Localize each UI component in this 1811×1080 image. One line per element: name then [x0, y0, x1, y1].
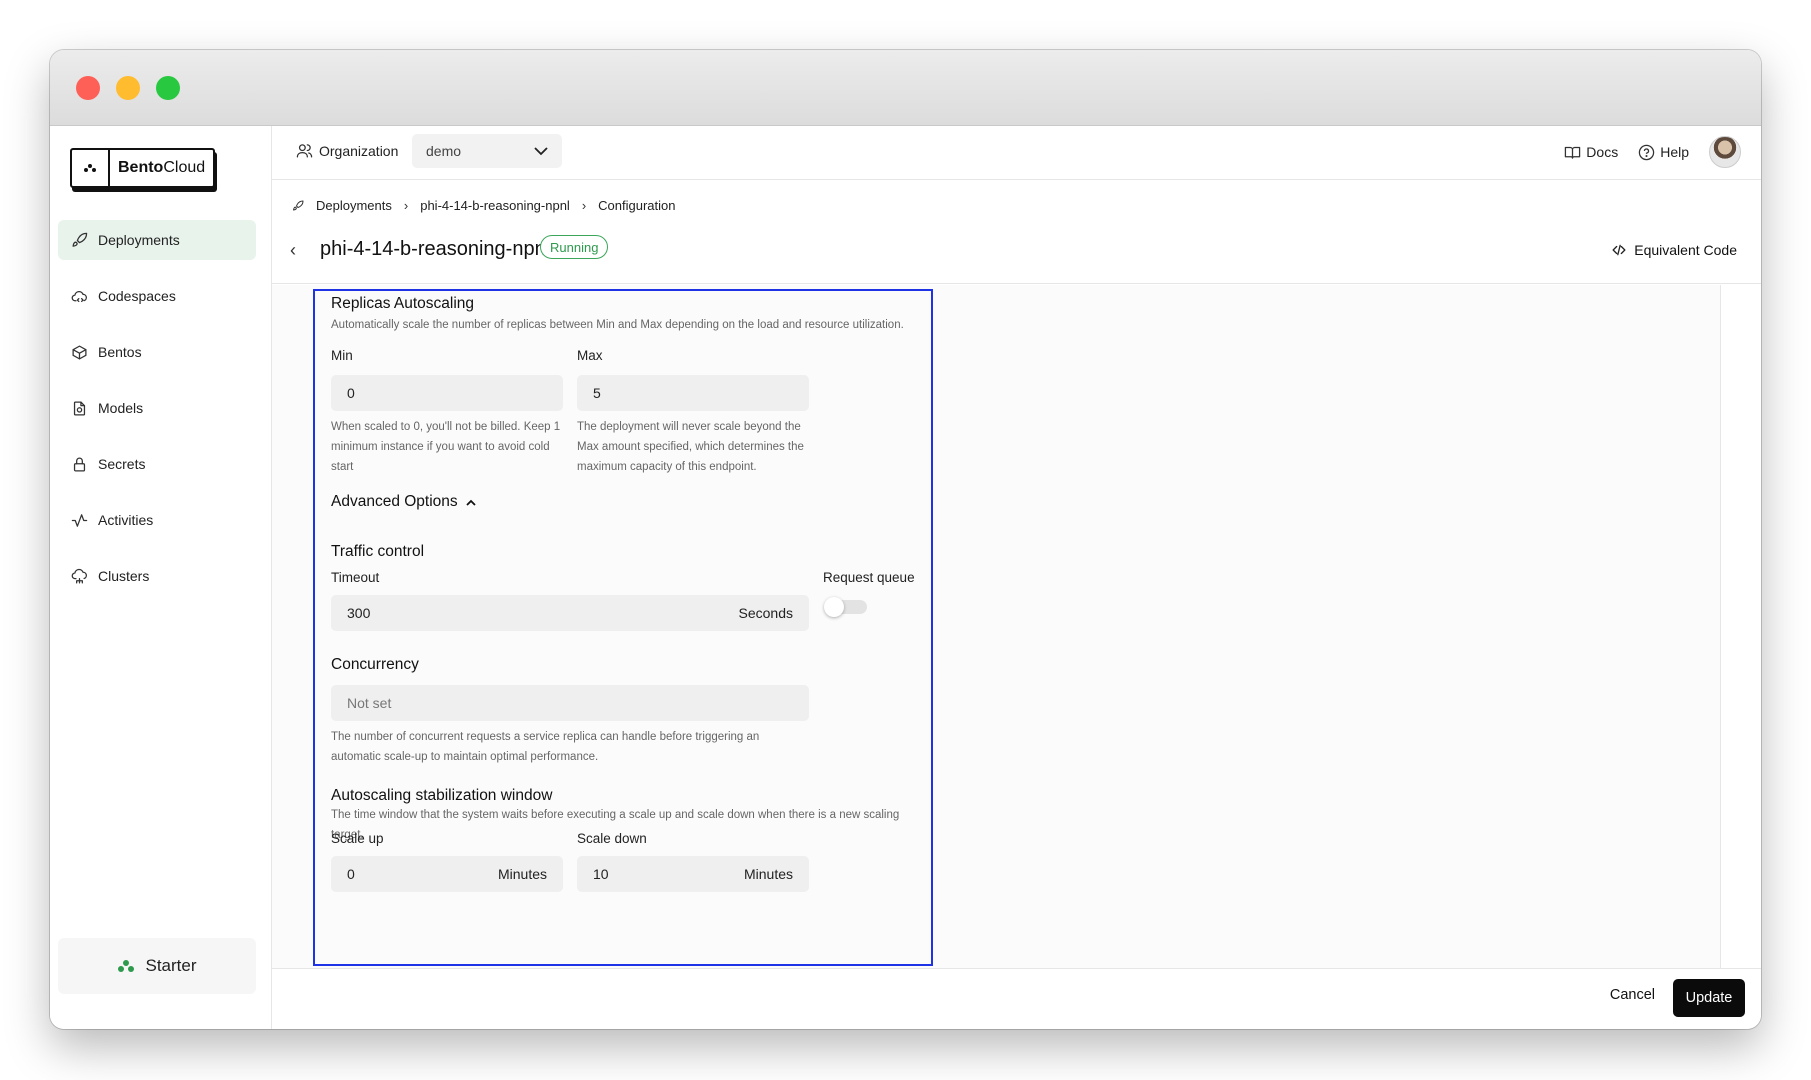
- toggle-knob: [824, 597, 844, 617]
- chevron-down-icon: [534, 146, 548, 155]
- timeout-unit: Seconds: [738, 605, 793, 621]
- sidebar-item-label: Bentos: [98, 344, 142, 360]
- chevron-right-icon: ›: [403, 198, 409, 213]
- equivalent-code-button[interactable]: Equivalent Code: [1612, 242, 1737, 258]
- box-icon: [72, 344, 87, 360]
- cloud-code-icon: [71, 290, 87, 302]
- concurrency-title: Concurrency: [331, 656, 419, 673]
- activity-icon: [71, 513, 88, 527]
- sidebar-item-models[interactable]: Models: [58, 388, 256, 428]
- scale-down-unit: Minutes: [743, 866, 793, 882]
- chevron-right-icon: ›: [581, 198, 587, 213]
- starter-plan-icon: [118, 960, 135, 972]
- autoscaling-title: Replicas Autoscaling: [331, 295, 475, 312]
- plan-badge[interactable]: Starter: [58, 938, 256, 994]
- status-badge: Running: [540, 235, 609, 259]
- lock-icon: [73, 457, 86, 472]
- breadcrumb-deployment[interactable]: phi-4-14-b-reasoning-npnl: [420, 198, 570, 213]
- request-queue-toggle[interactable]: [824, 597, 867, 617]
- scale-down-input[interactable]: 10 Minutes: [577, 856, 809, 892]
- cluster-cloud-icon: [71, 568, 87, 584]
- sidebar: BentoCloud Deployments Codespaces Bentos…: [50, 126, 272, 1029]
- advanced-options-toggle[interactable]: Advanced Options: [331, 493, 476, 511]
- organization-label: Organization: [296, 142, 398, 159]
- traffic-control-title: Traffic control: [331, 543, 425, 560]
- min-label: Min: [331, 348, 353, 363]
- help-circle-icon: [1638, 144, 1655, 160]
- rocket-icon: [72, 232, 88, 247]
- sidebar-item-label: Activities: [98, 512, 154, 528]
- close-window-button[interactable]: [76, 76, 100, 100]
- page-header: ‹ phi-4-14-b-reasoning-npnl Running Equi…: [272, 226, 1761, 284]
- sidebar-item-label: Codespaces: [98, 288, 176, 304]
- stabilization-title: Autoscaling stabilization window: [331, 787, 553, 804]
- top-links: Docs Help: [1564, 136, 1741, 168]
- plan-label: Starter: [145, 956, 197, 975]
- sidebar-item-label: Clusters: [98, 568, 150, 584]
- request-queue-label: Request queue: [823, 570, 915, 585]
- organization-select[interactable]: demo: [412, 134, 562, 168]
- users-icon: [296, 144, 313, 158]
- bentocloud-logo[interactable]: BentoCloud: [70, 148, 215, 188]
- sidebar-item-clusters[interactable]: Clusters: [58, 556, 256, 596]
- sidebar-item-label: Models: [98, 400, 144, 416]
- logo-mark-icon: [72, 150, 110, 186]
- sidebar-nav: Deployments Codespaces Bentos Models Sec…: [58, 220, 256, 612]
- concurrency-help-text: The number of concurrent requests a serv…: [331, 731, 760, 763]
- back-chevron-icon[interactable]: ‹: [290, 240, 296, 261]
- scale-down-label: Scale down: [577, 831, 647, 846]
- help-link[interactable]: Help: [1638, 144, 1689, 161]
- code-icon: [1612, 244, 1626, 256]
- page-title: phi-4-14-b-reasoning-npnl: [320, 238, 551, 260]
- min-help-text: When scaled to 0, you'll not be billed. …: [331, 421, 561, 473]
- autoscaling-description: Automatically scale the number of replic…: [331, 319, 904, 331]
- scale-up-unit: Minutes: [497, 866, 547, 882]
- max-replicas-input[interactable]: 5: [577, 375, 809, 411]
- organization-value: demo: [426, 143, 462, 159]
- breadcrumb-configuration: Configuration: [598, 198, 676, 213]
- sidebar-item-codespaces[interactable]: Codespaces: [58, 276, 256, 316]
- logo-text: BentoCloud: [118, 159, 206, 176]
- docs-link[interactable]: Docs: [1564, 144, 1618, 161]
- form-footer: Cancel Update: [272, 968, 1761, 1029]
- maximize-window-button[interactable]: [156, 76, 180, 100]
- sidebar-item-deployments[interactable]: Deployments: [58, 220, 256, 260]
- breadcrumb-deployments[interactable]: Deployments: [316, 198, 392, 213]
- model-file-icon: [73, 400, 86, 416]
- book-icon: [1565, 146, 1581, 159]
- scale-up-input[interactable]: 0 Minutes: [331, 856, 563, 892]
- cancel-button[interactable]: Cancel: [1610, 987, 1655, 1003]
- sidebar-item-secrets[interactable]: Secrets: [58, 444, 256, 484]
- sidebar-item-label: Secrets: [98, 456, 146, 472]
- app-window: BentoCloud Deployments Codespaces Bentos…: [50, 50, 1761, 1029]
- sidebar-item-activities[interactable]: Activities: [58, 500, 256, 540]
- user-avatar[interactable]: [1709, 136, 1741, 168]
- rocket-icon: [293, 199, 304, 210]
- concurrency-input[interactable]: Not set: [331, 685, 809, 721]
- top-bar: Organization demo Docs Help: [272, 126, 1761, 180]
- sidebar-item-bentos[interactable]: Bentos: [58, 332, 256, 372]
- max-label: Max: [577, 348, 603, 363]
- update-button[interactable]: Update: [1673, 979, 1745, 1017]
- window-titlebar: [50, 50, 1761, 126]
- min-replicas-input[interactable]: 0: [331, 375, 563, 411]
- minimize-window-button[interactable]: [116, 76, 140, 100]
- chevron-up-icon: [466, 499, 476, 506]
- timeout-label: Timeout: [331, 570, 380, 585]
- scale-up-label: Scale up: [331, 831, 384, 846]
- max-help-text: The deployment will never scale beyond t…: [577, 421, 804, 473]
- timeout-input[interactable]: 300 Seconds: [331, 595, 809, 631]
- configuration-form: Replicas Autoscaling Automatically scale…: [272, 285, 1721, 968]
- sidebar-item-label: Deployments: [98, 232, 180, 248]
- breadcrumb: Deployments › phi-4-14-b-reasoning-npnl …: [292, 198, 675, 213]
